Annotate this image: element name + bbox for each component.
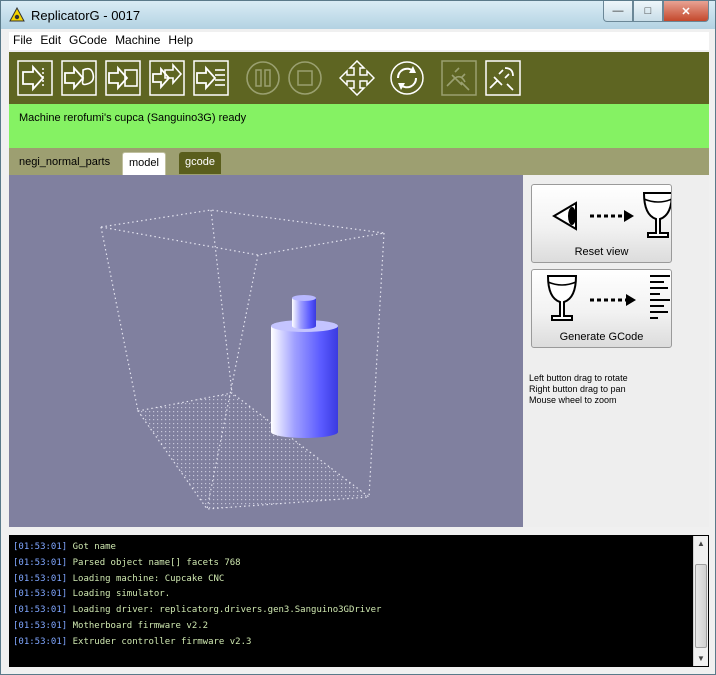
machine-status: Machine rerofumi's cupca (Sanguino3G) re…	[19, 112, 247, 124]
log-message: Loading simulator.	[72, 589, 171, 600]
help-line-rotate: Left button drag to rotate	[529, 373, 628, 383]
log-timestamp: [01:53:01]	[13, 542, 68, 552]
help-line-zoom: Mouse wheel to zoom	[529, 395, 617, 405]
build-remote-button[interactable]	[149, 60, 185, 96]
model-object	[271, 295, 338, 438]
console-scrollbar[interactable]: ▲ ▼	[693, 536, 708, 666]
scrollbar-thumb[interactable]	[695, 564, 707, 648]
disconnect-button[interactable]	[485, 60, 521, 96]
console-line: [01:53:01] Loading driver: replicatorg.d…	[13, 603, 381, 619]
menu-bar: File Edit GCode Machine Help	[9, 32, 709, 50]
control-panel-button[interactable]	[338, 59, 376, 97]
close-button[interactable]: ✕	[663, 1, 709, 22]
log-timestamp: [01:53:01]	[13, 636, 68, 647]
close-icon: ✕	[681, 5, 691, 18]
goblet-to-gcode-icon	[546, 275, 670, 321]
maximize-icon: □	[644, 5, 652, 17]
menu-help[interactable]: Help	[164, 32, 197, 50]
view-help-text: Left button drag to rotate Right button …	[529, 373, 628, 406]
reset-view-button[interactable]: Reset view	[531, 184, 674, 263]
build-volume-scene	[100, 209, 385, 510]
console-line: [01:53:01] Loading machine: Cupcake CNC	[13, 572, 381, 588]
window-title: ReplicatorG - 0017	[31, 8, 141, 23]
log-message: Parsed object name[] facets 768	[72, 557, 241, 568]
toolbar	[9, 52, 709, 104]
file-name-label: negi_normal_parts	[19, 156, 111, 168]
build-to-file-icon	[105, 60, 141, 96]
log-timestamp: [01:53:01]	[13, 589, 68, 600]
eye-to-goblet-icon	[552, 192, 674, 238]
help-line-pan: Right button drag to pan	[529, 384, 626, 394]
pause-icon	[246, 61, 280, 95]
log-message: Motherboard firmware v2.2	[72, 620, 209, 631]
log-message: Got name	[72, 542, 116, 552]
console-line: [01:53:01] Got name	[13, 540, 381, 556]
menu-file[interactable]: File	[9, 32, 36, 50]
tab-gcode[interactable]: gcode	[179, 152, 221, 174]
model-preview-3d[interactable]	[9, 175, 523, 527]
generate-gcode-label: Generate GCode	[559, 331, 644, 343]
console-line: [01:53:01] Loading simulator.	[13, 587, 381, 603]
tab-bar: negi_normal_parts model gcode	[9, 148, 709, 175]
tab-model[interactable]: model	[122, 152, 166, 175]
upload-icon	[61, 60, 97, 96]
log-message: Extruder controller firmware v2.3	[72, 636, 252, 647]
upload-button[interactable]	[61, 60, 97, 96]
reset-view-label: Reset view	[574, 246, 629, 258]
console-line: [01:53:01] Motherboard firmware v2.2	[13, 619, 381, 635]
log-timestamp: [01:53:01]	[13, 573, 68, 584]
move-arrows-icon	[338, 59, 376, 97]
refresh-icon	[390, 61, 424, 95]
stop-icon	[288, 61, 322, 95]
log-timestamp: [01:53:01]	[13, 557, 68, 568]
log-timestamp: [01:53:01]	[13, 605, 68, 616]
plug-connect-icon	[441, 60, 477, 96]
generate-gcode-button[interactable]: Generate GCode	[531, 269, 672, 348]
side-panel: Reset view Generate GCode Left button dr…	[523, 175, 709, 527]
console-log[interactable]: [01:53:01] Got name [01:53:01] Parsed ob…	[9, 535, 709, 667]
menu-edit[interactable]: Edit	[36, 32, 65, 50]
stop-button[interactable]	[287, 60, 323, 96]
reset-button[interactable]	[389, 60, 425, 96]
build-button[interactable]	[17, 60, 53, 96]
scroll-down-icon[interactable]: ▼	[694, 651, 708, 666]
scroll-up-icon[interactable]: ▲	[694, 536, 708, 551]
menu-gcode[interactable]: GCode	[65, 32, 111, 50]
plug-disconnect-icon	[485, 60, 521, 96]
minimize-icon: —	[612, 5, 624, 17]
status-bar: Machine rerofumi's cupca (Sanguino3G) re…	[9, 104, 709, 148]
console-line: [01:53:01] Parsed object name[] facets 7…	[13, 556, 381, 572]
log-message: Loading driver: replicatorg.drivers.gen3…	[72, 605, 382, 616]
pause-button[interactable]	[245, 60, 281, 96]
log-timestamp: [01:53:01]	[13, 620, 68, 631]
menu-machine[interactable]: Machine	[111, 32, 164, 50]
app-logo-icon	[9, 7, 25, 22]
maximize-button[interactable]: □	[633, 1, 663, 22]
build-remote-icon	[149, 60, 185, 96]
minimize-button[interactable]: —	[603, 1, 633, 22]
connect-button[interactable]	[441, 60, 477, 96]
simulate-button[interactable]	[193, 60, 229, 96]
app-window: ReplicatorG - 0017 — □ ✕ File Edit GCode…	[0, 0, 716, 675]
build-to-file-button[interactable]	[105, 60, 141, 96]
simulate-icon	[193, 60, 229, 96]
build-icon	[17, 60, 53, 96]
console-line: [01:53:01] Extruder controller firmware …	[13, 635, 381, 651]
log-message: Loading machine: Cupcake CNC	[72, 573, 225, 584]
title-bar[interactable]: ReplicatorG - 0017 — □ ✕	[1, 1, 715, 29]
